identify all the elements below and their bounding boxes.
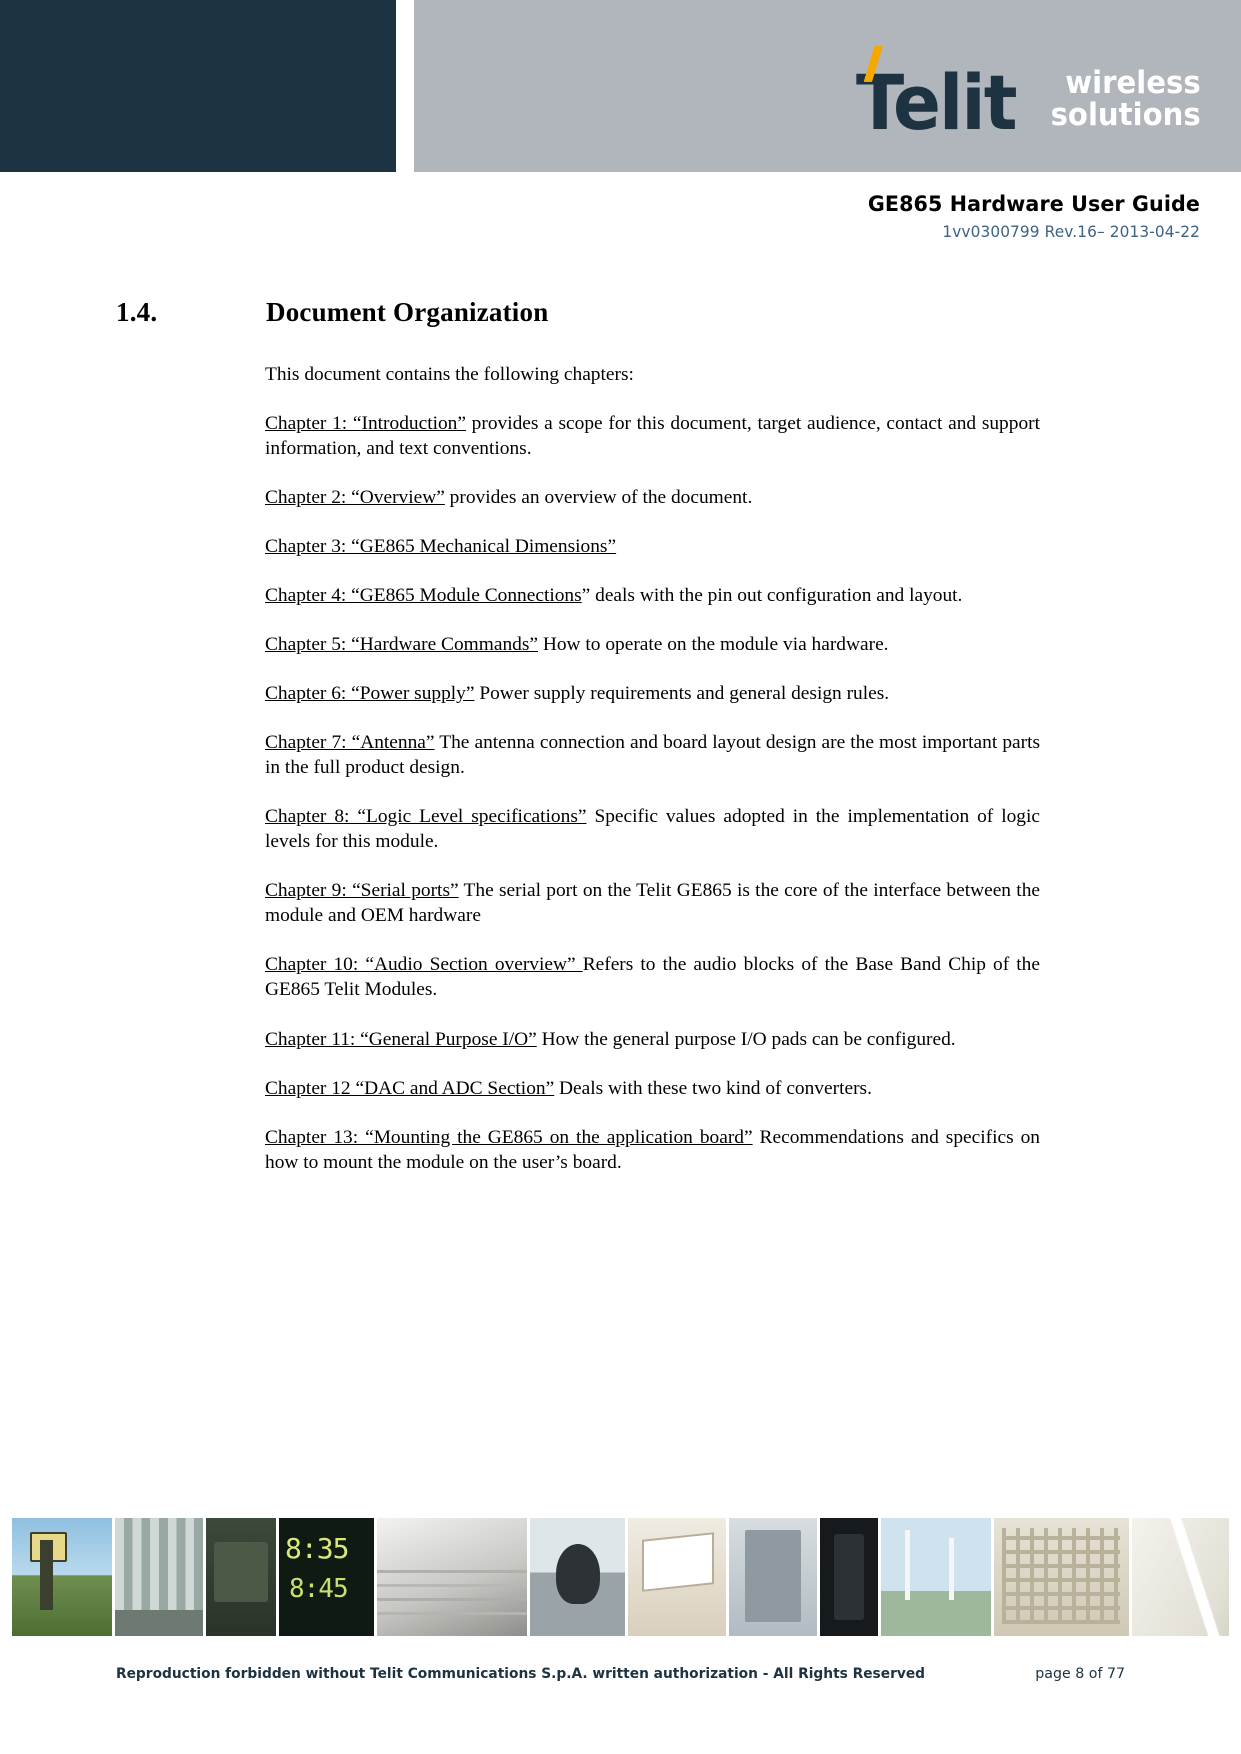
chapter-paragraph: Chapter 2: “Overview” provides an overvi… xyxy=(265,485,1040,510)
chapter-link-label[interactable]: Chapter 12 “DAC and ADC Section” xyxy=(265,1078,554,1099)
intro-paragraph: This document contains the following cha… xyxy=(265,364,634,385)
chapter-link-label[interactable]: Chapter 11: “General Purpose I/O” xyxy=(265,1029,537,1050)
photo-envelope xyxy=(628,1518,726,1636)
masthead-banner: Telit wireless solutions xyxy=(0,0,1241,172)
chapter-link-label[interactable]: Chapter 13: “Mounting the GE865 on the a… xyxy=(265,1127,753,1148)
body-content: This document contains the following cha… xyxy=(265,362,1040,1175)
chapter-paragraph: Chapter 9: “Serial ports” The serial por… xyxy=(265,878,1040,928)
footer-photo-strip xyxy=(12,1518,1229,1636)
chapter-paragraph: Chapter 11: “General Purpose I/O” How th… xyxy=(265,1027,1040,1052)
photo-wind-turbines xyxy=(881,1518,991,1636)
telit-logo: Telit wireless solutions xyxy=(856,38,1201,141)
chapter-description: provides an overview of the document. xyxy=(444,487,753,509)
section-heading: 1.4. Document Organization xyxy=(116,297,1121,328)
chapter-paragraph: Chapter 10: “Audio Section overview” Ref… xyxy=(265,952,1040,1002)
chapter-description: Power supply requirements and general de… xyxy=(474,683,890,705)
telit-tagline-line1: wireless xyxy=(1065,64,1201,101)
page-footer: Reproduction forbidden without Telit Com… xyxy=(116,1666,1125,1682)
photo-vending xyxy=(729,1518,817,1636)
chapter-link-label[interactable]: Chapter 7: “Antenna” xyxy=(265,732,435,753)
photo-cargo xyxy=(206,1518,276,1636)
page-number: page 8 of 77 xyxy=(1035,1666,1125,1682)
masthead-dark-block xyxy=(0,0,396,172)
chapter-link-label[interactable]: Chapter 6: “Power supply” xyxy=(265,683,474,704)
chapter-description: How to operate on the module via hardwar… xyxy=(538,634,889,656)
section-title: Document Organization xyxy=(266,297,549,327)
chapter-paragraph: Chapter 8: “Logic Level specifications” … xyxy=(265,804,1040,854)
chapter-description: ” deals with the pin out configuration a… xyxy=(581,585,963,607)
chapter-list: Chapter 1: “Introduction” provides a sco… xyxy=(265,411,1040,1175)
masthead-gray-block: Telit wireless solutions xyxy=(414,0,1241,172)
chapter-link-label[interactable]: Chapter 10: “Audio Section overview” xyxy=(265,954,583,975)
photo-circuit xyxy=(994,1518,1129,1636)
chapter-link-label[interactable]: Chapter 1: “Introduction” xyxy=(265,413,466,434)
chapter-paragraph: Chapter 6: “Power supply” Power supply r… xyxy=(265,681,1040,706)
chapter-link-label[interactable]: Chapter 9: “Serial ports” xyxy=(265,880,459,901)
masthead-divider xyxy=(396,0,414,172)
telit-wordmark-text: Telit xyxy=(855,58,1018,148)
chapter-paragraph: Chapter 5: “Hardware Commands” How to op… xyxy=(265,632,1040,657)
photo-containers xyxy=(115,1518,203,1636)
photo-payphone xyxy=(12,1518,112,1636)
chapter-paragraph: Chapter 13: “Mounting the GE865 on the a… xyxy=(265,1125,1040,1175)
photo-cyclist xyxy=(530,1518,625,1636)
photo-digital-clock xyxy=(279,1518,374,1636)
chapter-link-label[interactable]: Chapter 2: “Overview” xyxy=(265,487,445,508)
chapter-paragraph: Chapter 4: “GE865 Module Connections” de… xyxy=(265,583,1040,608)
chapter-link-label[interactable]: Chapter 3: “GE865 Mechanical Dimensions” xyxy=(265,536,616,557)
chapter-paragraph: Chapter 3: “GE865 Mechanical Dimensions” xyxy=(265,534,1040,559)
section-number: 1.4. xyxy=(116,297,158,327)
chapter-description: How the general purpose I/O pads can be … xyxy=(536,1028,956,1050)
document-header: GE865 Hardware User Guide 1vv0300799 Rev… xyxy=(854,192,1200,242)
photo-keyboard xyxy=(377,1518,527,1636)
chapter-link-label[interactable]: Chapter 4: “GE865 Module Connections xyxy=(265,585,582,606)
chapter-paragraph: Chapter 12 “DAC and ADC Section” Deals w… xyxy=(265,1076,1040,1101)
chapter-link-label[interactable]: Chapter 8: “Logic Level specifications” xyxy=(265,806,586,827)
chapter-paragraph: Chapter 1: “Introduction” provides a sco… xyxy=(265,411,1040,461)
document-revision: 1vv0300799 Rev.16– 2013-04-22 xyxy=(942,221,1200,241)
chapter-link-label[interactable]: Chapter 5: “Hardware Commands” xyxy=(265,634,538,655)
telit-wordmark: Telit xyxy=(856,46,1017,141)
chapter-paragraph: Chapter 7: “Antenna” The antenna connect… xyxy=(265,730,1040,780)
photo-terminal xyxy=(820,1518,878,1636)
photo-wall xyxy=(1132,1518,1229,1636)
copyright-note: Reproduction forbidden without Telit Com… xyxy=(116,1666,926,1682)
telit-tagline: wireless solutions xyxy=(1051,67,1201,132)
chapter-description: Deals with these two kind of converters. xyxy=(554,1077,872,1099)
telit-tagline-line2: solutions xyxy=(1050,97,1201,134)
document-title: GE865 Hardware User Guide xyxy=(867,192,1200,217)
